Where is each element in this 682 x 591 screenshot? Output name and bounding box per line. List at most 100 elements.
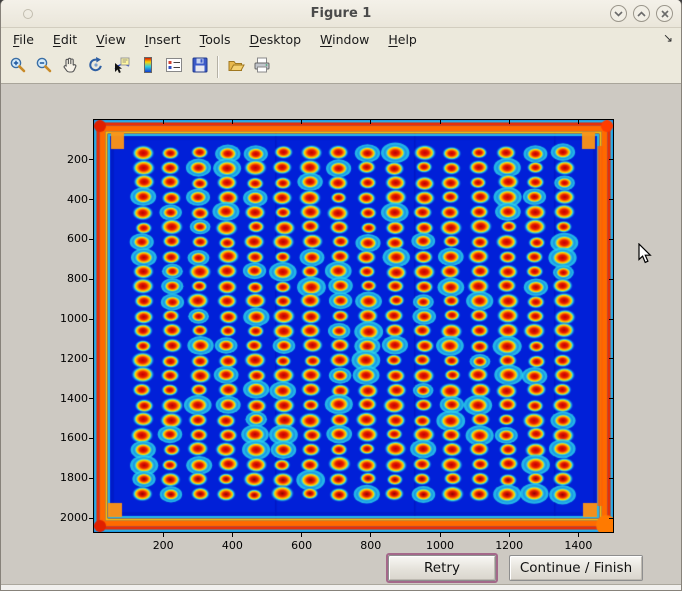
x-axis-tick-label: 1400	[556, 539, 600, 552]
rotate-3d-icon	[87, 56, 105, 78]
retry-focus-ring: Retry	[386, 553, 498, 583]
y-axis-tick	[609, 319, 613, 320]
zoom-in-icon	[9, 56, 27, 78]
y-axis-tick-label: 800	[44, 272, 88, 285]
title-bar: Figure 1	[1, 0, 681, 28]
colorbar-button[interactable]	[135, 53, 161, 81]
x-axis-tick-label: 600	[280, 539, 324, 552]
x-axis-tick-label: 400	[210, 539, 254, 552]
y-axis-tick	[609, 518, 613, 519]
menu-tools[interactable]: Tools	[193, 30, 238, 49]
y-axis-tick	[89, 199, 93, 200]
zoom-out-icon	[35, 56, 53, 78]
menu-desktop[interactable]: Desktop	[242, 30, 308, 49]
x-axis-tick	[578, 533, 579, 537]
save-button[interactable]	[187, 53, 213, 81]
print-button[interactable]	[249, 53, 275, 81]
pan-button[interactable]	[57, 53, 83, 81]
menu-items: File Edit View Insert ToolsDesktop Window Help	[1, 30, 424, 49]
y-axis-tick	[609, 398, 613, 399]
figure-toolbar	[1, 50, 681, 84]
y-axis-tick	[89, 518, 93, 519]
y-axis-tick	[89, 438, 93, 439]
x-axis-tick	[301, 533, 302, 537]
y-axis-tick	[89, 279, 93, 280]
x-axis-tick	[163, 120, 164, 124]
menu-view[interactable]: View	[89, 30, 133, 49]
y-axis-tick-label: 1200	[44, 352, 88, 365]
x-axis-tick	[578, 120, 579, 124]
retry-button[interactable]: Retry	[388, 555, 496, 581]
data-cursor-button[interactable]	[109, 53, 135, 81]
menu-edit[interactable]: Edit	[46, 30, 84, 49]
menu-bar: File Edit View Insert ToolsDesktop Window Help…	[1, 28, 681, 50]
save-icon	[191, 56, 209, 78]
menu-window[interactable]: Window	[313, 30, 376, 49]
heatmap-image[interactable]	[94, 120, 613, 532]
y-axis-tick-label: 200	[44, 153, 88, 166]
axes-box	[93, 119, 614, 533]
menu-insert[interactable]: Insert	[138, 30, 188, 49]
print-icon	[253, 56, 271, 78]
y-axis-tick	[89, 478, 93, 479]
window-bottom-border	[1, 584, 681, 591]
y-axis-tick	[89, 398, 93, 399]
y-axis-tick	[609, 239, 613, 240]
chevron-up-icon	[637, 11, 646, 17]
y-axis-tick-label: 1800	[44, 471, 88, 484]
y-axis-tick	[609, 358, 613, 359]
figure-canvas-area: 200 400 600 800 1000 1200 1400 200 400 600 800 1000…	[1, 84, 681, 584]
y-axis-tick	[609, 279, 613, 280]
y-axis-tick	[609, 438, 613, 439]
y-axis-tick	[89, 319, 93, 320]
dock-figure-icon[interactable]: ↘	[663, 31, 673, 45]
data-cursor-icon	[113, 56, 131, 78]
y-axis-tick	[609, 159, 613, 160]
y-axis-tick-label: 2000	[44, 511, 88, 524]
pan-icon	[61, 56, 79, 78]
figure-window: Figure 1 File Edit View Insert ToolsDesktop W…	[0, 0, 682, 591]
y-axis-tick	[89, 358, 93, 359]
close-icon	[661, 10, 669, 18]
x-axis-tick	[440, 120, 441, 124]
mouse-cursor	[638, 243, 653, 268]
y-axis-tick	[89, 239, 93, 240]
toolbar-separator	[217, 56, 219, 78]
x-axis-tick-label: 800	[349, 539, 393, 552]
y-axis-tick-label: 1600	[44, 431, 88, 444]
rotate-3d-button[interactable]	[83, 53, 109, 81]
y-axis-tick-label: 1000	[44, 312, 88, 325]
x-axis-tick	[232, 533, 233, 537]
x-axis-tick	[509, 533, 510, 537]
close-button[interactable]	[656, 5, 673, 22]
shade-button[interactable]	[610, 5, 627, 22]
maximize-button[interactable]	[633, 5, 650, 22]
x-axis-tick-label: 1200	[487, 539, 531, 552]
y-axis-tick-label: 600	[44, 232, 88, 245]
y-axis-tick	[609, 199, 613, 200]
legend-button[interactable]	[161, 53, 187, 81]
chevron-down-icon	[614, 11, 623, 17]
y-axis-tick-label: 1400	[44, 392, 88, 405]
y-axis-tick	[89, 159, 93, 160]
x-axis-tick	[301, 120, 302, 124]
x-axis-tick	[232, 120, 233, 124]
open-folder-icon	[227, 56, 245, 78]
x-axis-tick-label: 1000	[418, 539, 462, 552]
x-axis-tick	[163, 533, 164, 537]
x-axis-tick	[509, 120, 510, 124]
window-title: Figure 1	[1, 6, 681, 21]
zoom-in-button[interactable]	[5, 53, 31, 81]
x-axis-tick	[370, 120, 371, 124]
y-axis-tick-label: 400	[44, 193, 88, 206]
zoom-out-button[interactable]	[31, 53, 57, 81]
y-axis-tick	[609, 478, 613, 479]
continue-finish-button[interactable]: Continue / Finish	[509, 555, 643, 581]
menu-file[interactable]: File	[6, 30, 41, 49]
legend-icon	[165, 56, 183, 78]
menu-help[interactable]: Help	[381, 30, 424, 49]
open-folder-button[interactable]	[223, 53, 249, 81]
x-axis-tick-label: 200	[141, 539, 185, 552]
x-axis-tick	[440, 533, 441, 537]
x-axis-tick	[370, 533, 371, 537]
